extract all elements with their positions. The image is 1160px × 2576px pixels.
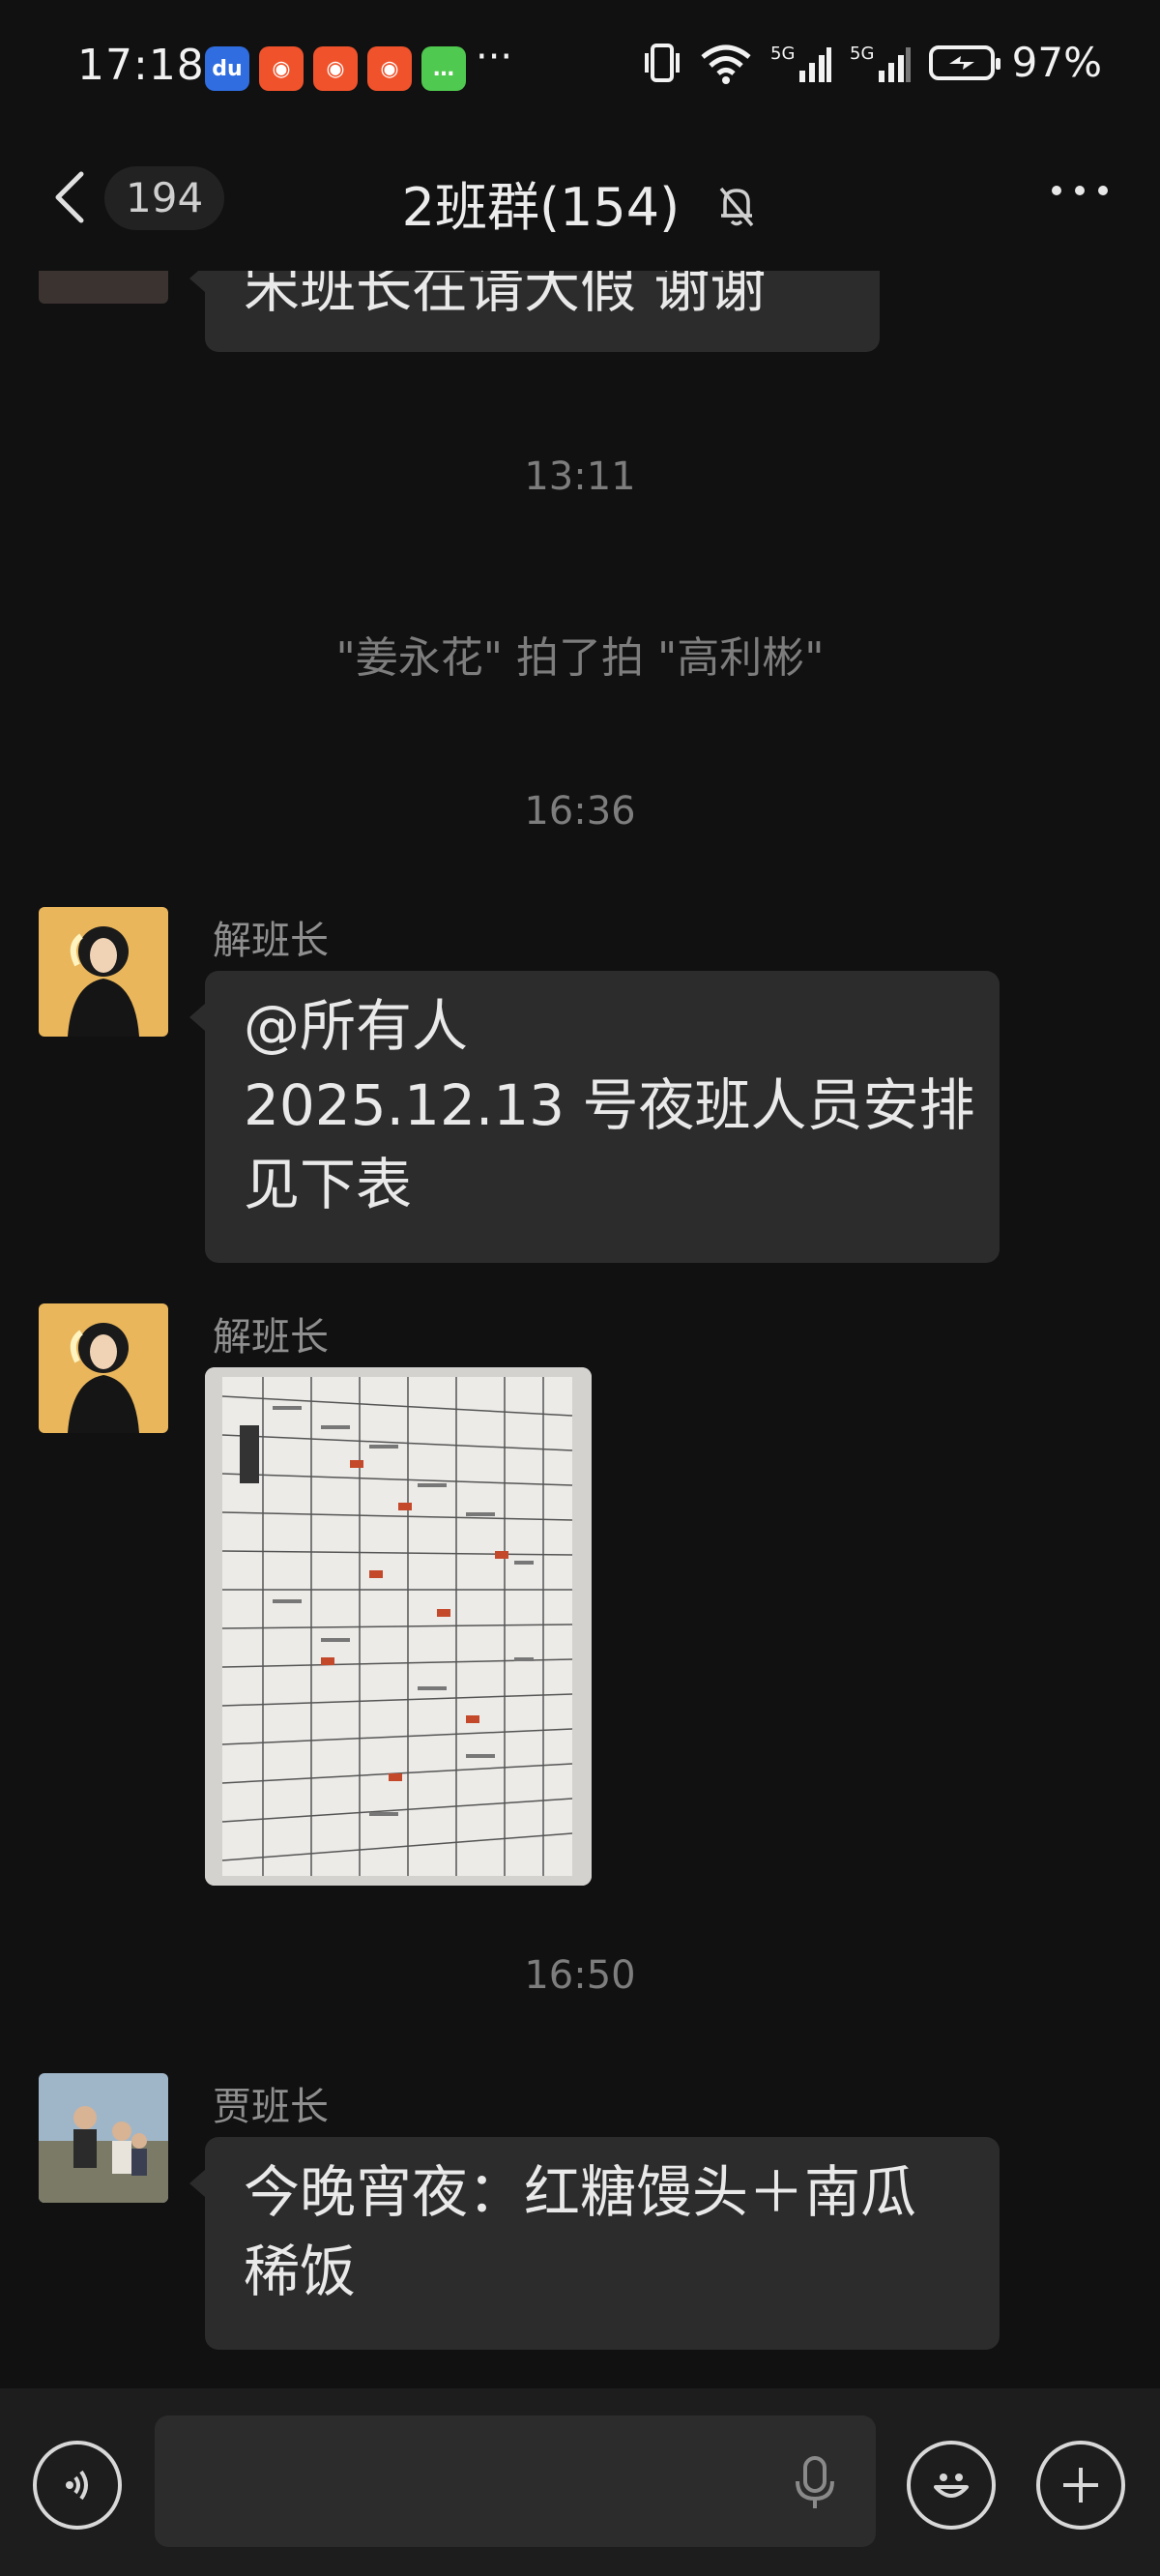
plus-icon	[1063, 2468, 1098, 2503]
emoji-icon	[934, 2474, 969, 2498]
system-status: 5G 5G 97%	[643, 39, 1102, 86]
avatar[interactable]	[39, 271, 168, 304]
svg-text:5G: 5G	[850, 44, 874, 64]
kuaishou-lite-icon: ◉	[313, 46, 358, 91]
kuaishou-icon: ◉	[367, 46, 412, 91]
emoji-button[interactable]	[907, 2441, 996, 2530]
sender-name: 解班长	[213, 919, 329, 963]
voice-icon	[66, 2470, 88, 2501]
voice-mode-button[interactable]	[33, 2441, 122, 2530]
sender-name: 贾班长	[213, 2085, 329, 2129]
message-bubble[interactable]: 宋班长在请大假 谢谢	[189, 271, 880, 352]
baidu-icon: du	[205, 46, 249, 91]
timestamp: 16:36	[524, 789, 636, 834]
microphone-icon[interactable]	[791, 2454, 839, 2516]
chat-header: 194 2班群(154)	[0, 145, 1160, 251]
wifi-icon	[701, 44, 751, 84]
more-functions-button[interactable]	[1036, 2441, 1125, 2530]
muted-bell-icon	[715, 181, 758, 242]
message-text: 宋班长在请大假 谢谢	[244, 271, 767, 320]
message-line: @所有人	[244, 993, 469, 1059]
avatar[interactable]	[39, 2073, 168, 2203]
message-line: 稀饭	[244, 2239, 357, 2304]
chat-message-list[interactable]: 宋班长在请大假 谢谢 13:11 "姜永花" 拍了拍 "高利彬" 16:36 解…	[0, 271, 1160, 2388]
message-bubble[interactable]: 今晚宵夜：红糖馒头＋南瓜 稀饭	[189, 2137, 1000, 2350]
status-time: 17:18	[77, 41, 205, 90]
sender-name: 解班长	[213, 1315, 329, 1360]
message-bubble[interactable]: @所有人 2025.12.13 号夜班人员安排 见下表	[189, 971, 1000, 1263]
more-options-button[interactable]	[1052, 186, 1108, 195]
timestamp: 16:50	[524, 1953, 636, 1998]
svg-text:5G: 5G	[770, 44, 795, 64]
message-line: 今晚宵夜：红糖馒头＋南瓜	[244, 2159, 917, 2225]
timestamp: 13:11	[524, 454, 636, 499]
5g-signal-icon: 5G	[770, 44, 831, 82]
schedule-photo[interactable]	[205, 1367, 592, 1886]
message-line: 2025.12.13 号夜班人员安排	[244, 1072, 975, 1138]
5g-signal-icon: 5G	[850, 44, 911, 82]
message-input[interactable]	[155, 2415, 876, 2547]
charging-battery-icon	[928, 44, 1000, 80]
avatar[interactable]	[39, 1303, 168, 1433]
notification-app-icons: du ◉ ◉ ◉ …	[205, 46, 466, 91]
input-bar	[0, 2388, 1160, 2576]
kuaishou-icon: ◉	[259, 46, 304, 91]
status-bar: 17:18 du ◉ ◉ ◉ … ··· 5G 5G 97%	[0, 0, 1160, 135]
vibrate-icon	[644, 43, 680, 82]
avatar[interactable]	[39, 907, 168, 1037]
message-icon: …	[421, 46, 466, 91]
chat-title-area: 2班群(154)	[0, 164, 1160, 242]
chat-title[interactable]: 2班群(154)	[402, 177, 681, 238]
battery-percent: 97%	[1011, 39, 1102, 86]
message-line: 见下表	[244, 1152, 413, 1217]
more-notifications-icon: ···	[476, 35, 513, 79]
system-notice: "姜永花" 拍了拍 "高利彬"	[335, 633, 825, 683]
